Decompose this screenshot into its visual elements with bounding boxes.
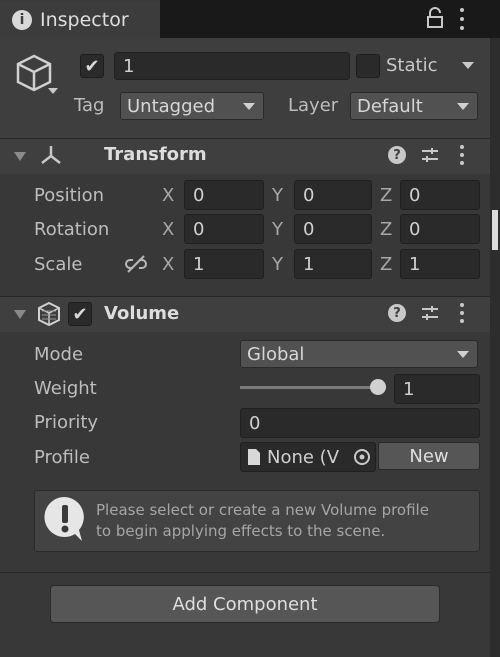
layer-value: Default xyxy=(357,95,423,117)
static-checkbox[interactable] xyxy=(356,54,380,78)
scale-label: Scale xyxy=(34,254,83,275)
layer-dropdown[interactable]: Default xyxy=(350,92,478,120)
tab-inspector[interactable]: i Inspector xyxy=(0,0,160,38)
chevron-down-icon xyxy=(457,351,469,358)
rotation-x-input[interactable]: 0 xyxy=(184,214,264,244)
help-icon[interactable]: ? xyxy=(388,146,406,164)
scale-x-label[interactable]: X xyxy=(162,254,174,275)
tab-title: Inspector xyxy=(40,9,129,31)
object-picker-icon[interactable] xyxy=(352,447,372,467)
rotation-y-input[interactable]: 0 xyxy=(294,214,372,244)
info-icon: i xyxy=(12,10,32,30)
weight-slider-thumb[interactable] xyxy=(370,379,386,395)
constrain-proportions-icon[interactable] xyxy=(124,254,148,274)
volume-menu-icon[interactable] xyxy=(456,301,468,325)
layer-label: Layer xyxy=(288,95,339,116)
preset-icon[interactable] xyxy=(420,304,440,322)
position-x-input[interactable]: 0 xyxy=(184,180,264,210)
position-label: Position xyxy=(34,185,105,206)
transform-header[interactable] xyxy=(0,138,490,174)
file-icon xyxy=(248,449,260,465)
tab-menu-icon[interactable] xyxy=(456,6,468,32)
position-z-label[interactable]: Z xyxy=(380,185,392,206)
tag-value: Untagged xyxy=(127,95,216,117)
mode-dropdown[interactable]: Global xyxy=(240,340,478,368)
help-message: Please select or create a new Volume pro… xyxy=(96,500,476,542)
help-message-line1: Please select or create a new Volume pro… xyxy=(96,501,429,519)
rotation-label: Rotation xyxy=(34,219,110,240)
divider xyxy=(0,572,490,573)
help-message-line2: to begin applying effects to the scene. xyxy=(96,522,386,540)
mode-value: Global xyxy=(247,343,305,365)
preset-icon[interactable] xyxy=(420,146,440,164)
scale-y-input[interactable]: 1 xyxy=(294,249,372,279)
chevron-down-icon xyxy=(457,103,469,110)
profile-value: None (V xyxy=(267,446,340,468)
scale-z-input[interactable]: 1 xyxy=(400,249,480,279)
position-y-label[interactable]: Y xyxy=(272,185,283,206)
gameobject-name-input[interactable]: 1 xyxy=(114,52,350,80)
lock-icon[interactable] xyxy=(424,6,446,30)
scrollbar[interactable] xyxy=(490,38,500,657)
weight-label: Weight xyxy=(34,378,97,399)
volume-enabled-checkbox[interactable]: ✔ xyxy=(68,302,92,326)
transform-axis-icon xyxy=(41,146,61,164)
chevron-down-icon xyxy=(243,103,255,110)
rotation-z-label[interactable]: Z xyxy=(380,219,392,240)
tag-label: Tag xyxy=(74,95,105,116)
priority-input[interactable]: 0 xyxy=(240,408,480,438)
scale-x-input[interactable]: 1 xyxy=(184,249,264,279)
position-x-label[interactable]: X xyxy=(162,185,174,206)
scrollbar-thumb[interactable] xyxy=(492,210,498,250)
transform-menu-icon[interactable] xyxy=(456,143,468,167)
new-profile-button[interactable]: New xyxy=(378,442,480,470)
info-bubble-icon xyxy=(44,496,84,541)
rotation-z-input[interactable]: 0 xyxy=(400,214,480,244)
volume-foldout-icon[interactable] xyxy=(14,310,26,319)
active-checkbox[interactable]: ✔ xyxy=(80,54,104,78)
static-dropdown-icon[interactable] xyxy=(462,62,474,69)
weight-input[interactable]: 1 xyxy=(394,374,480,404)
add-component-button[interactable]: Add Component xyxy=(50,585,440,623)
transform-title: Transform xyxy=(104,144,207,165)
tag-dropdown[interactable]: Untagged xyxy=(120,92,264,120)
volume-icon xyxy=(38,301,60,327)
rotation-y-label[interactable]: Y xyxy=(272,219,283,240)
position-y-input[interactable]: 0 xyxy=(294,180,372,210)
rotation-x-label[interactable]: X xyxy=(162,219,174,240)
volume-title: Volume xyxy=(104,303,180,324)
mode-label: Mode xyxy=(34,344,84,365)
weight-slider[interactable] xyxy=(240,376,386,400)
priority-label: Priority xyxy=(34,412,99,433)
profile-label: Profile xyxy=(34,447,90,468)
weight-slider-track xyxy=(240,386,386,389)
help-icon[interactable]: ? xyxy=(388,304,406,322)
scale-z-label[interactable]: Z xyxy=(380,254,392,275)
position-z-input[interactable]: 0 xyxy=(400,180,480,210)
scale-y-label[interactable]: Y xyxy=(272,254,283,275)
gameobject-cube-icon[interactable] xyxy=(14,52,58,98)
transform-foldout-icon[interactable] xyxy=(14,152,26,161)
static-label: Static xyxy=(386,55,438,76)
